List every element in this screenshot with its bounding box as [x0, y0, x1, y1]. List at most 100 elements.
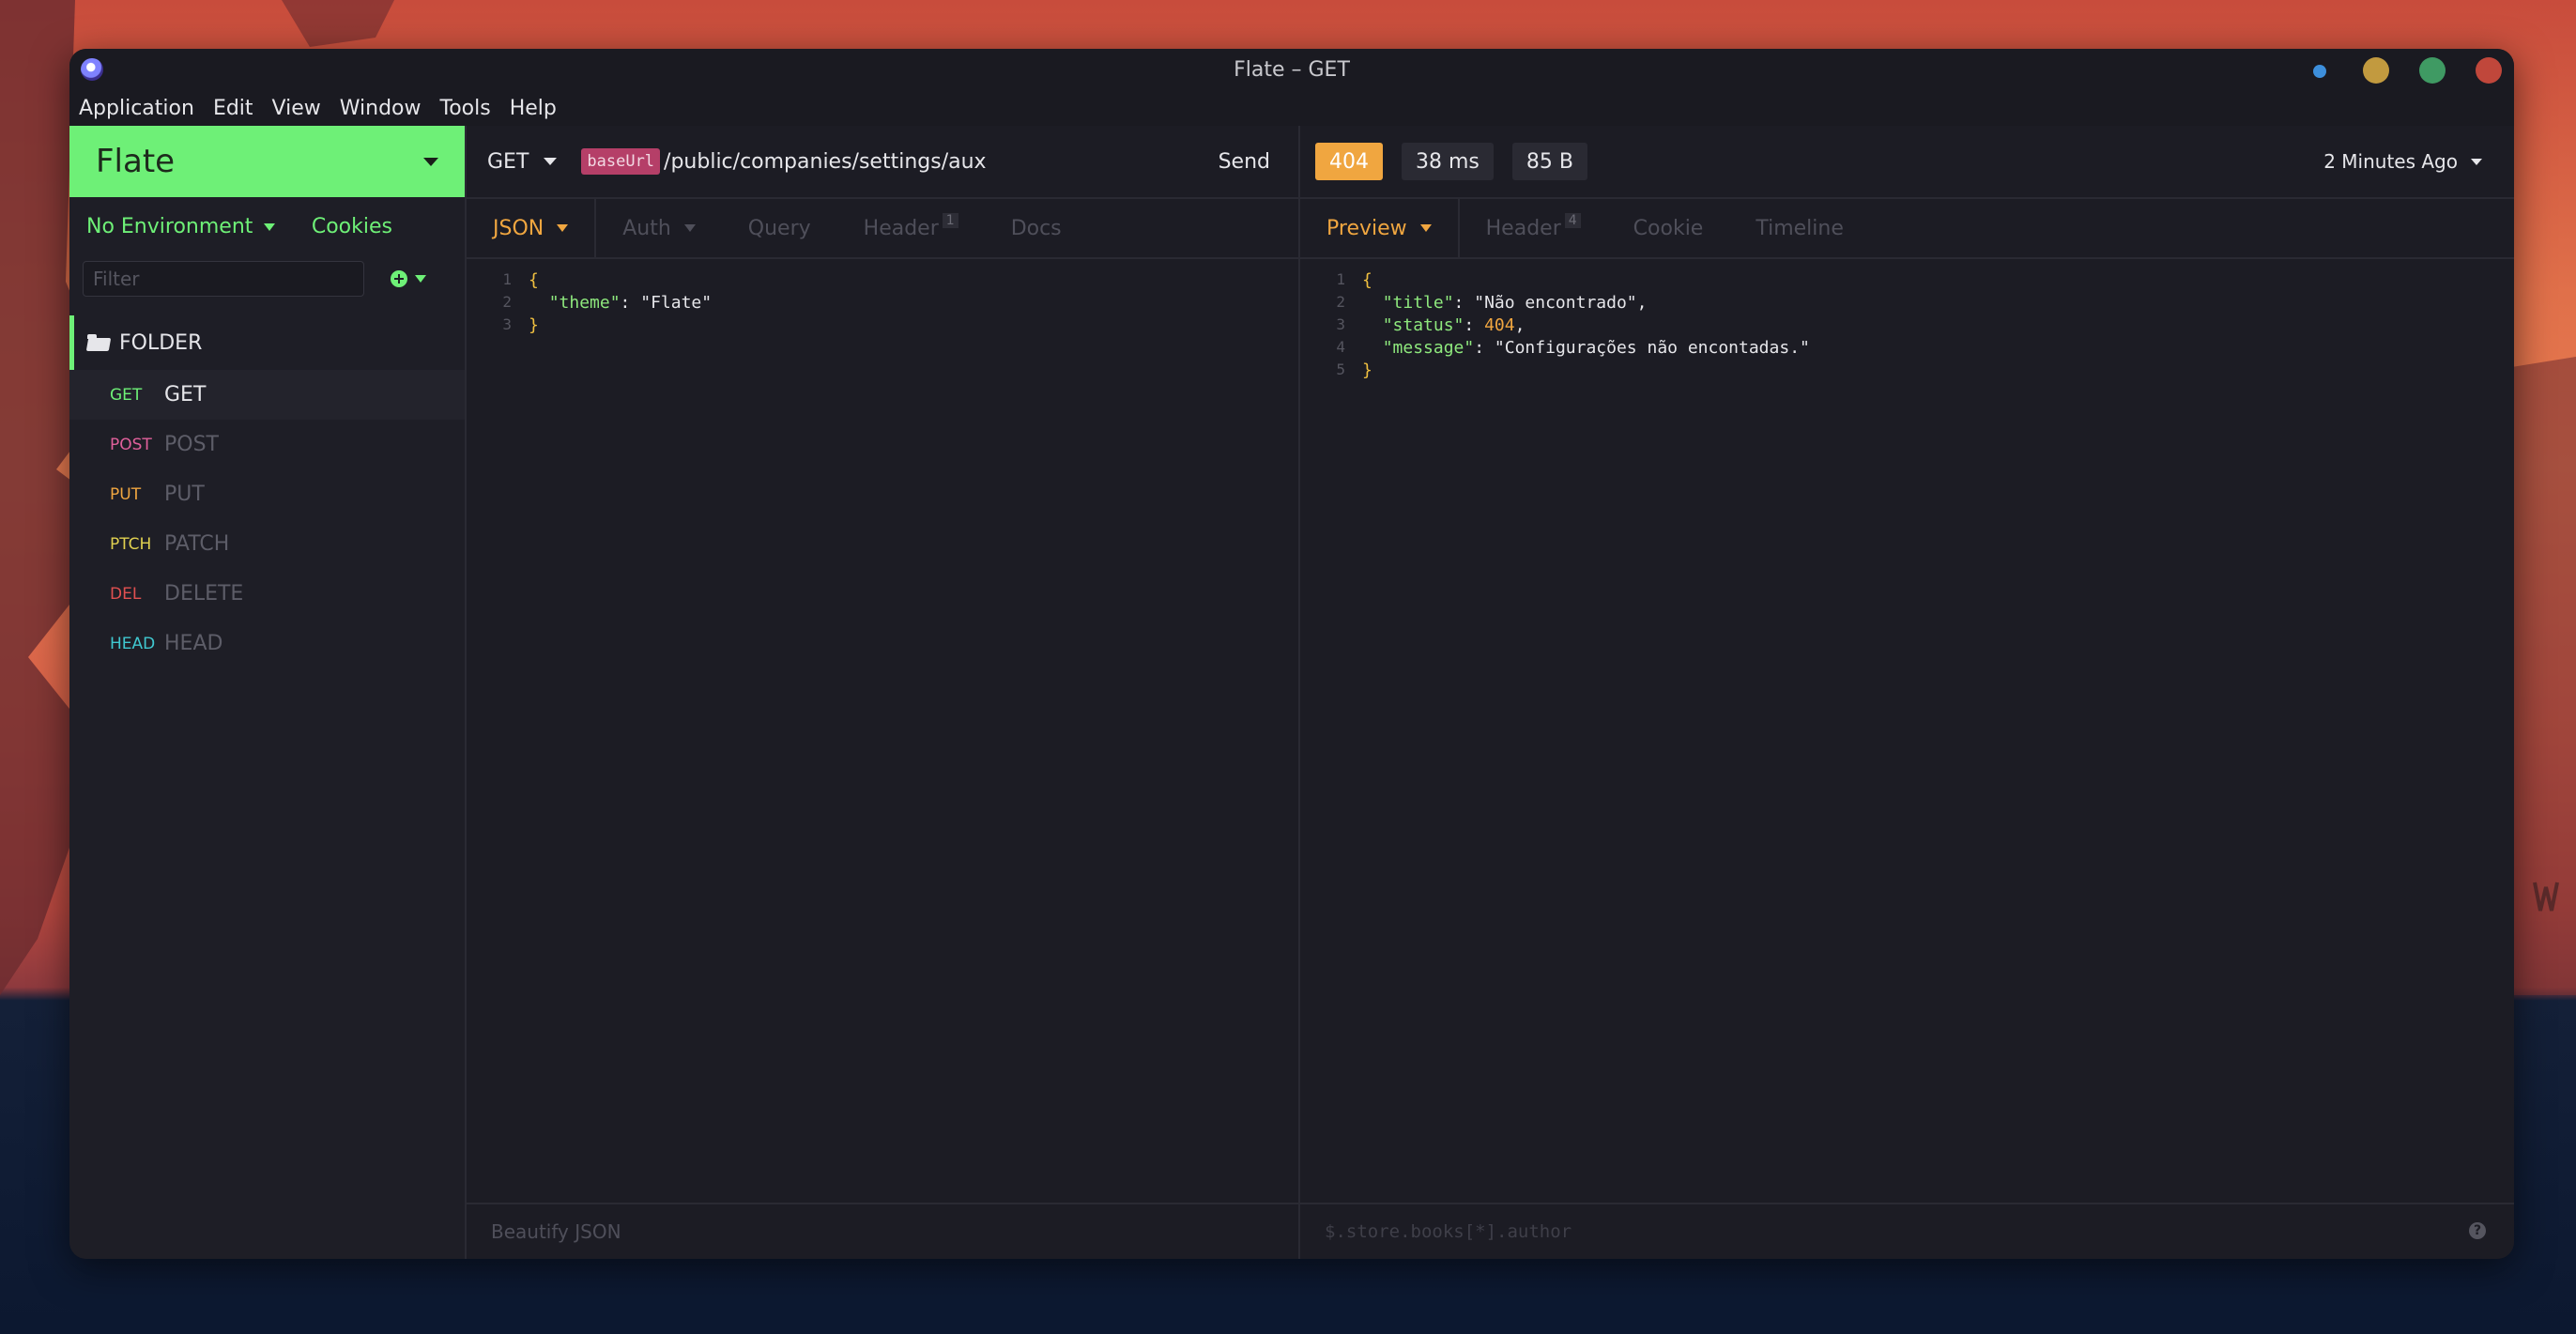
json-key: "title" [1382, 293, 1454, 313]
environment-label: No Environment [86, 214, 253, 238]
sidebar-request-head[interactable]: HEAD HEAD [69, 619, 465, 668]
sidebar-filter-input[interactable] [83, 261, 364, 297]
tab-query[interactable]: Query [722, 199, 837, 257]
request-body-editor[interactable]: 1{ 2 "theme": "Flate" 3} [467, 259, 1298, 338]
json-key: "status" [1382, 315, 1464, 335]
menu-help[interactable]: Help [510, 97, 557, 120]
json-number-value: 404 [1484, 315, 1515, 335]
header-count-badge: 1 [942, 213, 958, 228]
line-number: 5 [1336, 360, 1345, 378]
sidebar-request-get[interactable]: GET GET [69, 370, 465, 420]
app-window: Flate – GET Application Edit View Window… [69, 49, 2514, 1259]
tab-timeline-label: Timeline [1756, 216, 1844, 240]
line-number: 1 [502, 270, 512, 288]
request-name: PATCH [164, 532, 230, 556]
tab-docs-label: Docs [1010, 216, 1062, 240]
menu-application[interactable]: Application [79, 97, 194, 120]
menu-window[interactable]: Window [340, 97, 422, 120]
code-line: 2 "title": "Não encontrado", [1300, 293, 2514, 315]
menu-bar: Application Edit View Window Tools Help [69, 90, 2514, 126]
tab-auth[interactable]: Auth [596, 199, 722, 257]
line-number: 4 [1336, 338, 1345, 356]
json-brace: } [529, 315, 539, 335]
response-filter-input[interactable]: $.store.books[*].author [1325, 1221, 1572, 1242]
filter-row [69, 255, 465, 302]
tab-preview[interactable]: Preview [1300, 199, 1460, 257]
code-line: 4 "message": "Configurações não encontad… [1300, 338, 2514, 360]
sidebar-request-post[interactable]: POST POST [69, 420, 465, 469]
tab-json[interactable]: JSON [467, 199, 597, 257]
sidebar-request-put[interactable]: PUT PUT [69, 469, 465, 519]
request-name: PUT [164, 483, 205, 506]
sidebar: Flate No Environment Cookies FOLDER GETG… [69, 126, 467, 1259]
url-input[interactable]: /public/companies/settings/aux [664, 150, 987, 174]
request-method-tag: DEL [110, 584, 142, 604]
minimize-button[interactable] [2363, 57, 2389, 84]
json-string-value: "Flate" [640, 293, 713, 313]
request-name: HEAD [164, 632, 223, 655]
json-brace: { [529, 270, 539, 290]
line-number: 2 [1336, 293, 1345, 311]
chevron-down-icon [264, 222, 276, 231]
history-dropdown[interactable]: 2 Minutes Ago [2323, 150, 2482, 173]
code-line: 3} [467, 315, 1298, 338]
status-code-badge: 404 [1315, 143, 1383, 180]
request-footer: Beautify JSON [467, 1203, 1298, 1259]
maximize-button[interactable] [2419, 57, 2446, 84]
request-method-tag: HEAD [110, 634, 156, 653]
sidebar-request-delete[interactable]: DEL DELETE [69, 569, 465, 619]
request-list: GET GET POST POST PUT PUT PTCH PATCH DEL DELETE HE… [69, 370, 465, 668]
request-name: DELETE [164, 582, 244, 606]
tab-response-header-label: Header [1485, 216, 1561, 240]
method-dropdown[interactable]: GET [487, 150, 558, 174]
chevron-down-icon [544, 158, 558, 165]
tab-cookie-label: Cookie [1633, 216, 1704, 240]
request-name: GET [164, 383, 207, 406]
json-key: "theme" [548, 293, 621, 313]
code-line: 1{ [467, 270, 1298, 293]
json-string-value: "Configurações não encontadas." [1494, 338, 1810, 358]
tab-header[interactable]: Header 1 [837, 199, 985, 257]
send-button[interactable]: Send [1219, 150, 1270, 174]
json-key: "message" [1382, 338, 1475, 358]
request-method-tag: PUT [110, 484, 142, 504]
response-time-badge: 38 ms [1402, 143, 1494, 180]
add-request-button[interactable] [391, 270, 426, 287]
response-status-bar: 404 38 ms 85 B 2 Minutes Ago [1300, 126, 2514, 199]
beautify-json-button[interactable]: Beautify JSON [491, 1220, 621, 1243]
response-pane: 404 38 ms 85 B 2 Minutes Ago Preview Hea… [1300, 126, 2514, 1259]
help-icon[interactable]: ? [2469, 1222, 2486, 1239]
tab-cookie[interactable]: Cookie [1607, 199, 1730, 257]
tab-auth-label: Auth [622, 216, 671, 240]
response-header-count-badge: 4 [1564, 213, 1581, 228]
request-method-tag: POST [110, 435, 152, 454]
chevron-down-icon [415, 275, 426, 283]
tab-docs[interactable]: Docs [985, 199, 1088, 257]
close-button[interactable] [2476, 57, 2502, 84]
window-indicator-dot [2313, 65, 2326, 78]
request-name: POST [164, 433, 219, 456]
workspace-name: Flate [96, 143, 176, 180]
history-label: 2 Minutes Ago [2323, 150, 2458, 173]
request-pane: GET baseUrl /public/companies/settings/a… [467, 126, 1300, 1259]
code-line: 3 "status": 404, [1300, 315, 2514, 338]
cookies-button[interactable]: Cookies [312, 215, 392, 238]
folder-item[interactable]: FOLDER [69, 315, 465, 370]
title-bar[interactable]: Flate – GET [69, 49, 2514, 90]
menu-tools[interactable]: Tools [440, 97, 491, 120]
workspace-dropdown[interactable]: Flate [69, 126, 465, 197]
menu-view[interactable]: View [272, 97, 321, 120]
base-url-variable-tag[interactable]: baseUrl [581, 148, 661, 175]
json-brace: } [1362, 360, 1372, 380]
response-body-viewer[interactable]: 1{ 2 "title": "Não encontrado", 3 "statu… [1300, 259, 2514, 383]
request-method-tag: GET [110, 385, 143, 405]
line-number: 2 [502, 293, 512, 311]
tab-response-header[interactable]: Header 4 [1460, 199, 1607, 257]
environment-dropdown[interactable]: No Environment [86, 214, 276, 238]
tab-header-label: Header [863, 216, 939, 240]
menu-edit[interactable]: Edit [213, 97, 253, 120]
sidebar-request-patch[interactable]: PTCH PATCH [69, 519, 465, 569]
tab-timeline[interactable]: Timeline [1729, 199, 1870, 257]
request-method-tag: PTCH [110, 534, 152, 554]
tab-preview-label: Preview [1326, 216, 1407, 240]
